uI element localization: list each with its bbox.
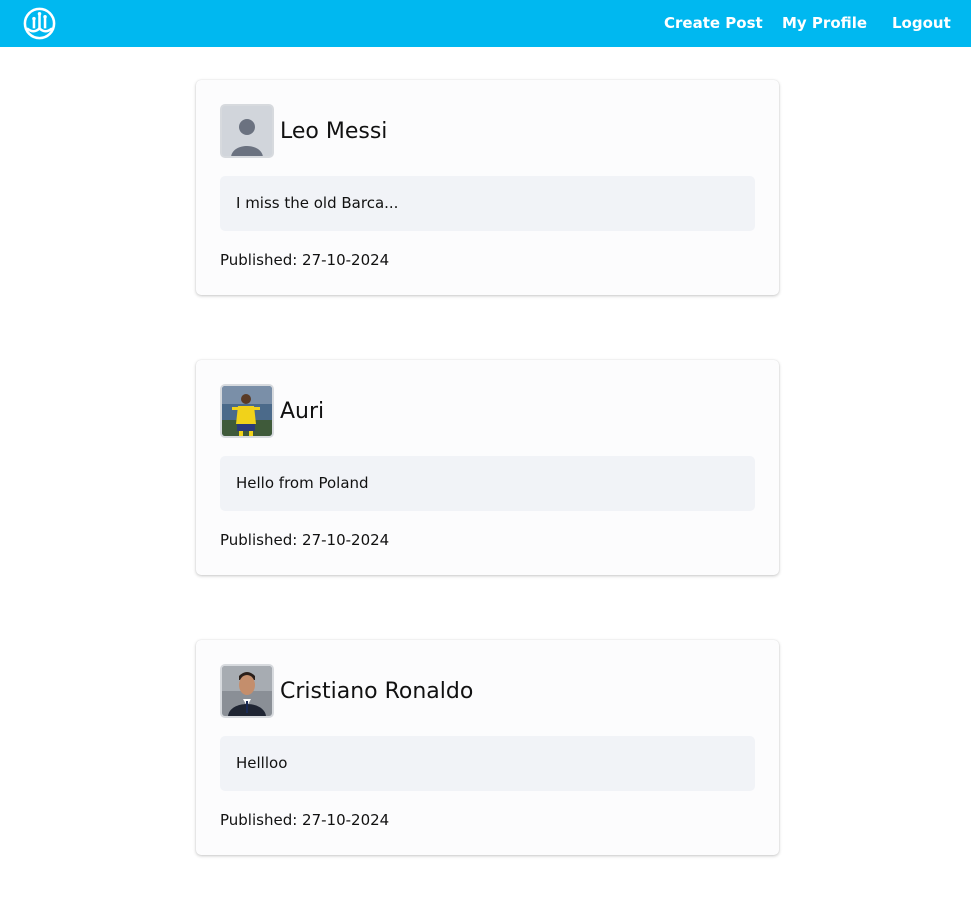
post-author-name[interactable]: Cristiano Ronaldo: [280, 678, 473, 706]
post-content: Hello from Poland: [220, 456, 755, 511]
post-published-date: Published: 27-10-2024: [220, 811, 390, 829]
footballer-photo-avatar[interactable]: [220, 384, 274, 438]
post-card: Leo Messi I miss the old Barca... Publis…: [196, 80, 779, 295]
post-author-name[interactable]: Auri: [280, 398, 324, 426]
post-published-date: Published: 27-10-2024: [220, 531, 390, 549]
post-content: Hellloo: [220, 736, 755, 791]
nav-logout-link[interactable]: Logout: [892, 13, 951, 33]
post-published-date: Published: 27-10-2024: [220, 251, 390, 269]
post-content: I miss the old Barca...: [220, 176, 755, 231]
top-navbar: Create Post My Profile Logout: [0, 0, 971, 47]
post-author-name[interactable]: Leo Messi: [280, 118, 387, 146]
nav-my-profile-link[interactable]: My Profile: [782, 13, 867, 33]
post-card: Auri Hello from Poland Published: 27-10-…: [196, 360, 779, 575]
nav-create-post-link[interactable]: Create Post: [664, 13, 763, 33]
man-in-suit-photo-avatar[interactable]: [220, 664, 274, 718]
post-card: Cristiano Ronaldo Hellloo Published: 27-…: [196, 640, 779, 855]
app-logo-icon[interactable]: [22, 6, 57, 41]
default-user-avatar-icon[interactable]: [220, 104, 274, 158]
